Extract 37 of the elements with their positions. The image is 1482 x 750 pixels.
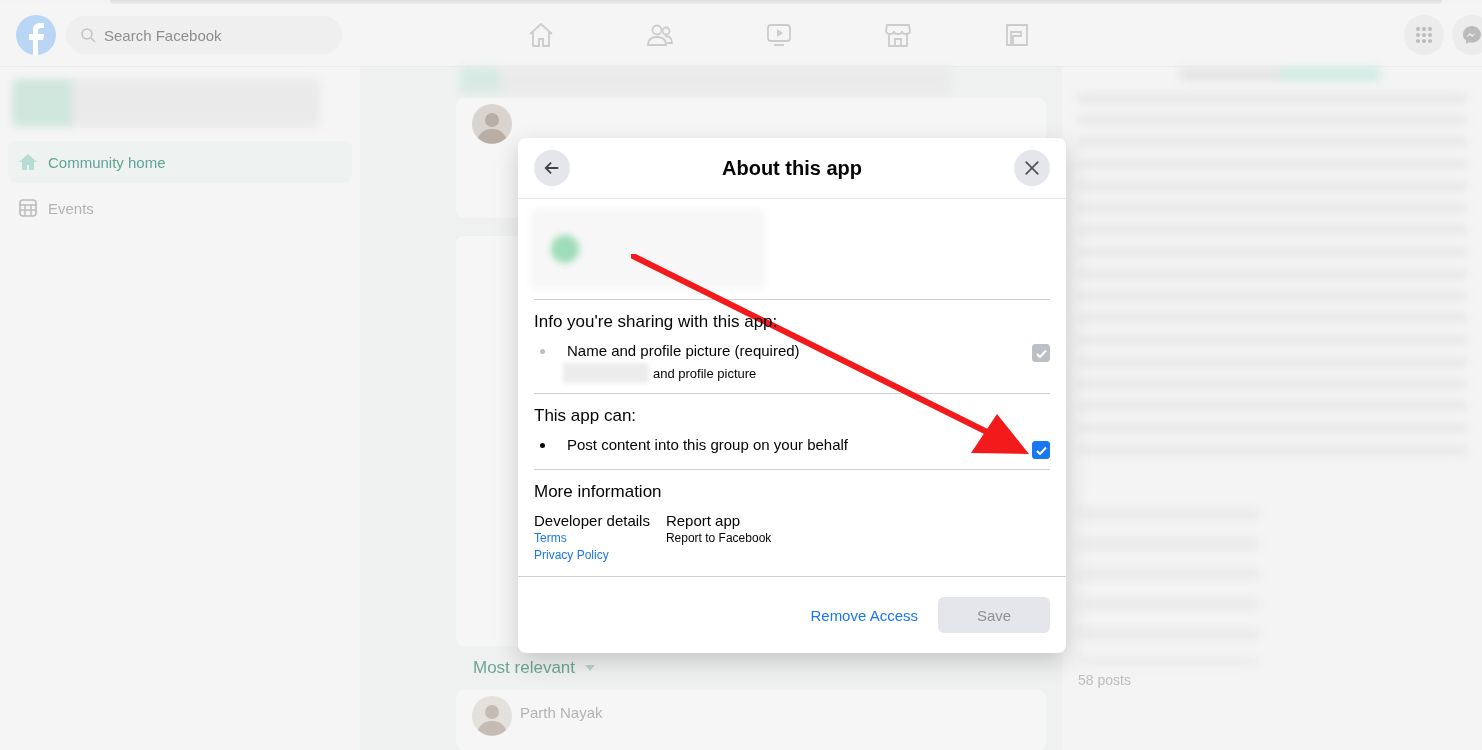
checkbox[interactable] (1032, 441, 1050, 459)
info-title: Developer details (534, 512, 650, 529)
close-icon (1023, 159, 1041, 177)
search-icon (80, 27, 96, 43)
permission-label: Name and profile picture (required) (567, 342, 801, 359)
remove-access-button[interactable]: Remove Access (810, 598, 918, 632)
checkmark-icon (1035, 348, 1047, 358)
home-icon[interactable] (527, 21, 555, 49)
messenger-icon[interactable] (1452, 15, 1482, 55)
search-field[interactable]: Search Facebook (66, 16, 342, 54)
permission-detail: and profile picture (653, 365, 757, 381)
section-heading: This app can: (534, 406, 637, 426)
permission-label: Post content into this group on your behalf (567, 436, 849, 453)
info-text[interactable]: Report to Facebook (665, 530, 772, 547)
home-icon (18, 152, 38, 172)
info-link[interactable]: Privacy Policy (534, 547, 609, 564)
calendar-icon (18, 198, 38, 218)
avatar-icon (472, 104, 512, 144)
gaming-icon[interactable] (1003, 21, 1031, 49)
caret-icon (585, 665, 596, 671)
avatar-icon (472, 696, 512, 736)
author-name[interactable]: Parth Nayak (520, 704, 603, 721)
section-heading: More information (534, 482, 662, 502)
close-button[interactable] (1014, 150, 1050, 186)
sidebar-item[interactable]: Community home (8, 141, 352, 183)
checkmark-icon (1035, 445, 1047, 455)
store-icon[interactable] (884, 21, 912, 49)
back-button[interactable] (534, 150, 570, 186)
sidebar-item[interactable]: Events (8, 187, 352, 229)
info-title: Report app (665, 512, 741, 529)
back-arrow-icon (543, 159, 561, 177)
video-icon[interactable] (765, 21, 793, 49)
info-link[interactable]: Terms (534, 530, 567, 547)
facebook-logo[interactable] (16, 15, 56, 55)
sort-dropdown[interactable]: Most relevant (473, 658, 1046, 678)
menu-icon[interactable] (1404, 15, 1444, 55)
dialog-title: About this app (722, 156, 862, 180)
